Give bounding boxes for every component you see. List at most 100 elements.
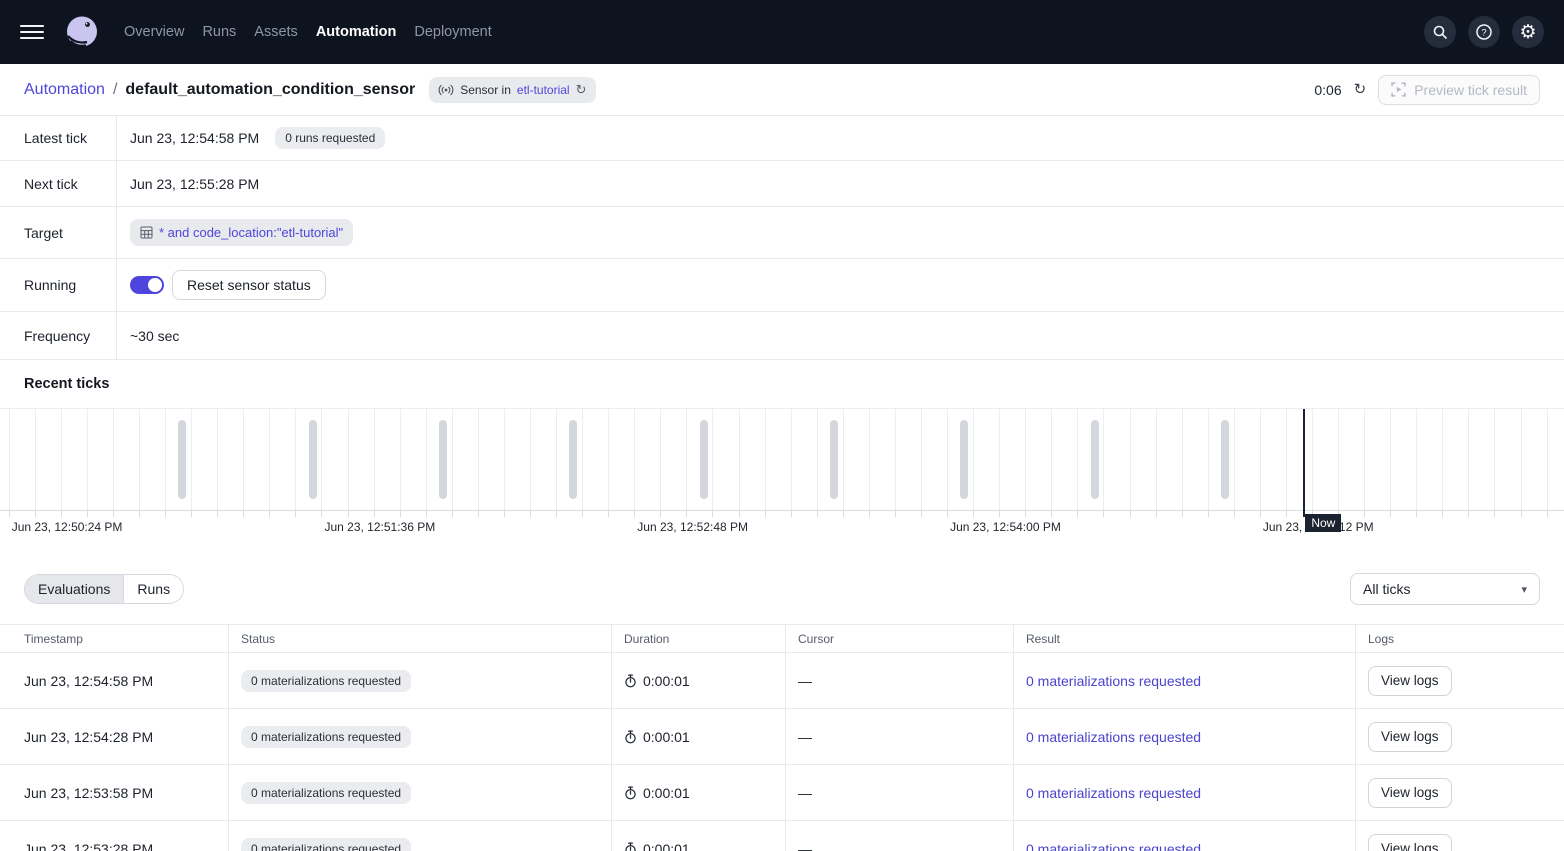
timeline-axis-tick (869, 511, 870, 517)
tick-bar-skipped[interactable] (830, 420, 838, 499)
tick-bar-skipped[interactable] (178, 420, 186, 499)
tick-cursor: — (798, 785, 812, 801)
view-logs-button[interactable]: View logs (1368, 834, 1452, 851)
timeline-gridline (1234, 409, 1235, 510)
nav-item-runs[interactable]: Runs (202, 24, 236, 40)
tick-timestamp-cell: Jun 23, 12:54:58 PM (0, 653, 228, 708)
settings-button[interactable]: ⚙ (1512, 16, 1544, 48)
tick-duration: 0:00:01 (643, 785, 690, 801)
tick-duration-cell: 0:00:01 (611, 765, 785, 820)
timeline-axis-label: Jun 23, 12:54:00 PM (950, 519, 1062, 536)
view-logs-button[interactable]: View logs (1368, 722, 1452, 752)
timeline-axis-tick (921, 511, 922, 517)
timeline-axis-tick (87, 511, 88, 517)
tick-filter-select[interactable]: All ticks ▾ (1350, 573, 1540, 605)
timeline-gridline (1208, 409, 1209, 510)
timeline-axis-tick (452, 511, 453, 517)
timeline-axis-tick (1182, 511, 1183, 517)
nav-icons: ? ⚙ (1424, 16, 1544, 48)
timeline-axis-tick (739, 511, 740, 517)
tab-evaluations[interactable]: Evaluations (25, 575, 123, 603)
dagster-logo-icon (62, 12, 102, 52)
timeline-gridline (843, 409, 844, 510)
nav-item-overview[interactable]: Overview (124, 24, 184, 40)
toggle-knob (148, 278, 162, 292)
tick-duration-cell: 0:00:01 (611, 821, 785, 851)
tick-bar-skipped[interactable] (700, 420, 708, 499)
timeline-gridline (582, 409, 583, 510)
timeline-gridline (87, 409, 88, 510)
result-link[interactable]: 0 materializations requested (1026, 841, 1201, 851)
tick-bar-skipped[interactable] (1221, 420, 1229, 499)
running-label: Running (0, 259, 117, 311)
timeline-axis-tick (843, 511, 844, 517)
tick-bar-skipped[interactable] (960, 420, 968, 499)
next-tick-row: Next tick Jun 23, 12:55:28 PM (0, 161, 1564, 207)
timeline-axis-tick (999, 511, 1000, 517)
timeline-gridline (817, 409, 818, 510)
result-link[interactable]: 0 materializations requested (1026, 729, 1201, 745)
col-cursor: Cursor (785, 625, 1013, 652)
running-toggle[interactable] (130, 276, 164, 294)
frequency-value: ~30 sec (130, 328, 179, 344)
breadcrumb-automation-link[interactable]: Automation (24, 81, 105, 99)
tick-duration: 0:00:01 (643, 673, 690, 689)
tick-timestamp: Jun 23, 12:54:28 PM (24, 729, 153, 745)
tick-bar-skipped[interactable] (569, 420, 577, 499)
timeline-axis-tick (1547, 511, 1548, 517)
tick-status-cell: 0 materializations requested (228, 765, 611, 820)
target-label: Target (0, 207, 117, 258)
reload-location-icon[interactable]: ↻ (576, 83, 587, 96)
tick-bar-skipped[interactable] (309, 420, 317, 499)
timeline-axis-tick (1130, 511, 1131, 517)
menu-icon[interactable] (20, 25, 44, 40)
view-logs-button[interactable]: View logs (1368, 666, 1452, 696)
timeline-gridline (947, 409, 948, 510)
nav-item-deployment[interactable]: Deployment (414, 24, 491, 40)
timeline-axis-tick (113, 511, 114, 517)
timeline-axis-tick (973, 511, 974, 517)
timeline-gridline (608, 409, 609, 510)
timeline-gridline (139, 409, 140, 510)
timeline-axis-tick (1468, 511, 1469, 517)
timeline-axis-tick (712, 511, 713, 517)
col-result: Result (1013, 625, 1355, 652)
timeline-axis-tick (165, 511, 166, 517)
dagster-logo[interactable] (62, 12, 102, 52)
search-button[interactable] (1424, 16, 1456, 48)
timeline-axis-tick (1364, 511, 1365, 517)
search-icon (1432, 24, 1448, 40)
timeline-axis-tick (791, 511, 792, 517)
tick-bar-skipped[interactable] (1091, 420, 1099, 499)
tick-bar-skipped[interactable] (439, 420, 447, 499)
tick-cursor: — (798, 729, 812, 745)
sensor-icon (438, 84, 454, 96)
refresh-icon[interactable]: ↻ (1354, 82, 1367, 97)
nav-item-automation[interactable]: Automation (316, 24, 397, 40)
result-link[interactable]: 0 materializations requested (1026, 673, 1201, 689)
timeline-axis-tick (504, 511, 505, 517)
timeline-gridline (400, 409, 401, 510)
timeline-axis-tick (530, 511, 531, 517)
tab-runs[interactable]: Runs (123, 575, 183, 603)
timeline-axis-tick (1025, 511, 1026, 517)
timeline-gridline (556, 409, 557, 510)
tick-timestamp: Jun 23, 12:53:28 PM (24, 841, 153, 851)
target-selection-chip[interactable]: * and code_location:"etl-tutorial" (130, 219, 353, 246)
preview-tick-result-button[interactable]: Preview tick result (1378, 75, 1540, 105)
target-row: Target * and code_location:"etl-tutorial… (0, 207, 1564, 259)
timeline-axis-tick (765, 511, 766, 517)
reset-sensor-status-button[interactable]: Reset sensor status (172, 270, 326, 300)
timeline-gridline (217, 409, 218, 510)
timeline-axis-tick (9, 511, 10, 517)
status-badge: 0 materializations requested (241, 838, 411, 851)
help-button[interactable]: ? (1468, 16, 1500, 48)
tick-logs-cell: View logs (1355, 821, 1564, 851)
view-logs-button[interactable]: View logs (1368, 778, 1452, 808)
nav-item-assets[interactable]: Assets (254, 24, 298, 40)
timeline-gridline (973, 409, 974, 510)
result-link[interactable]: 0 materializations requested (1026, 785, 1201, 801)
timeline-axis-tick (1208, 511, 1209, 517)
tick-filter-value: All ticks (1363, 581, 1410, 597)
code-location-link[interactable]: etl-tutorial (517, 83, 570, 97)
